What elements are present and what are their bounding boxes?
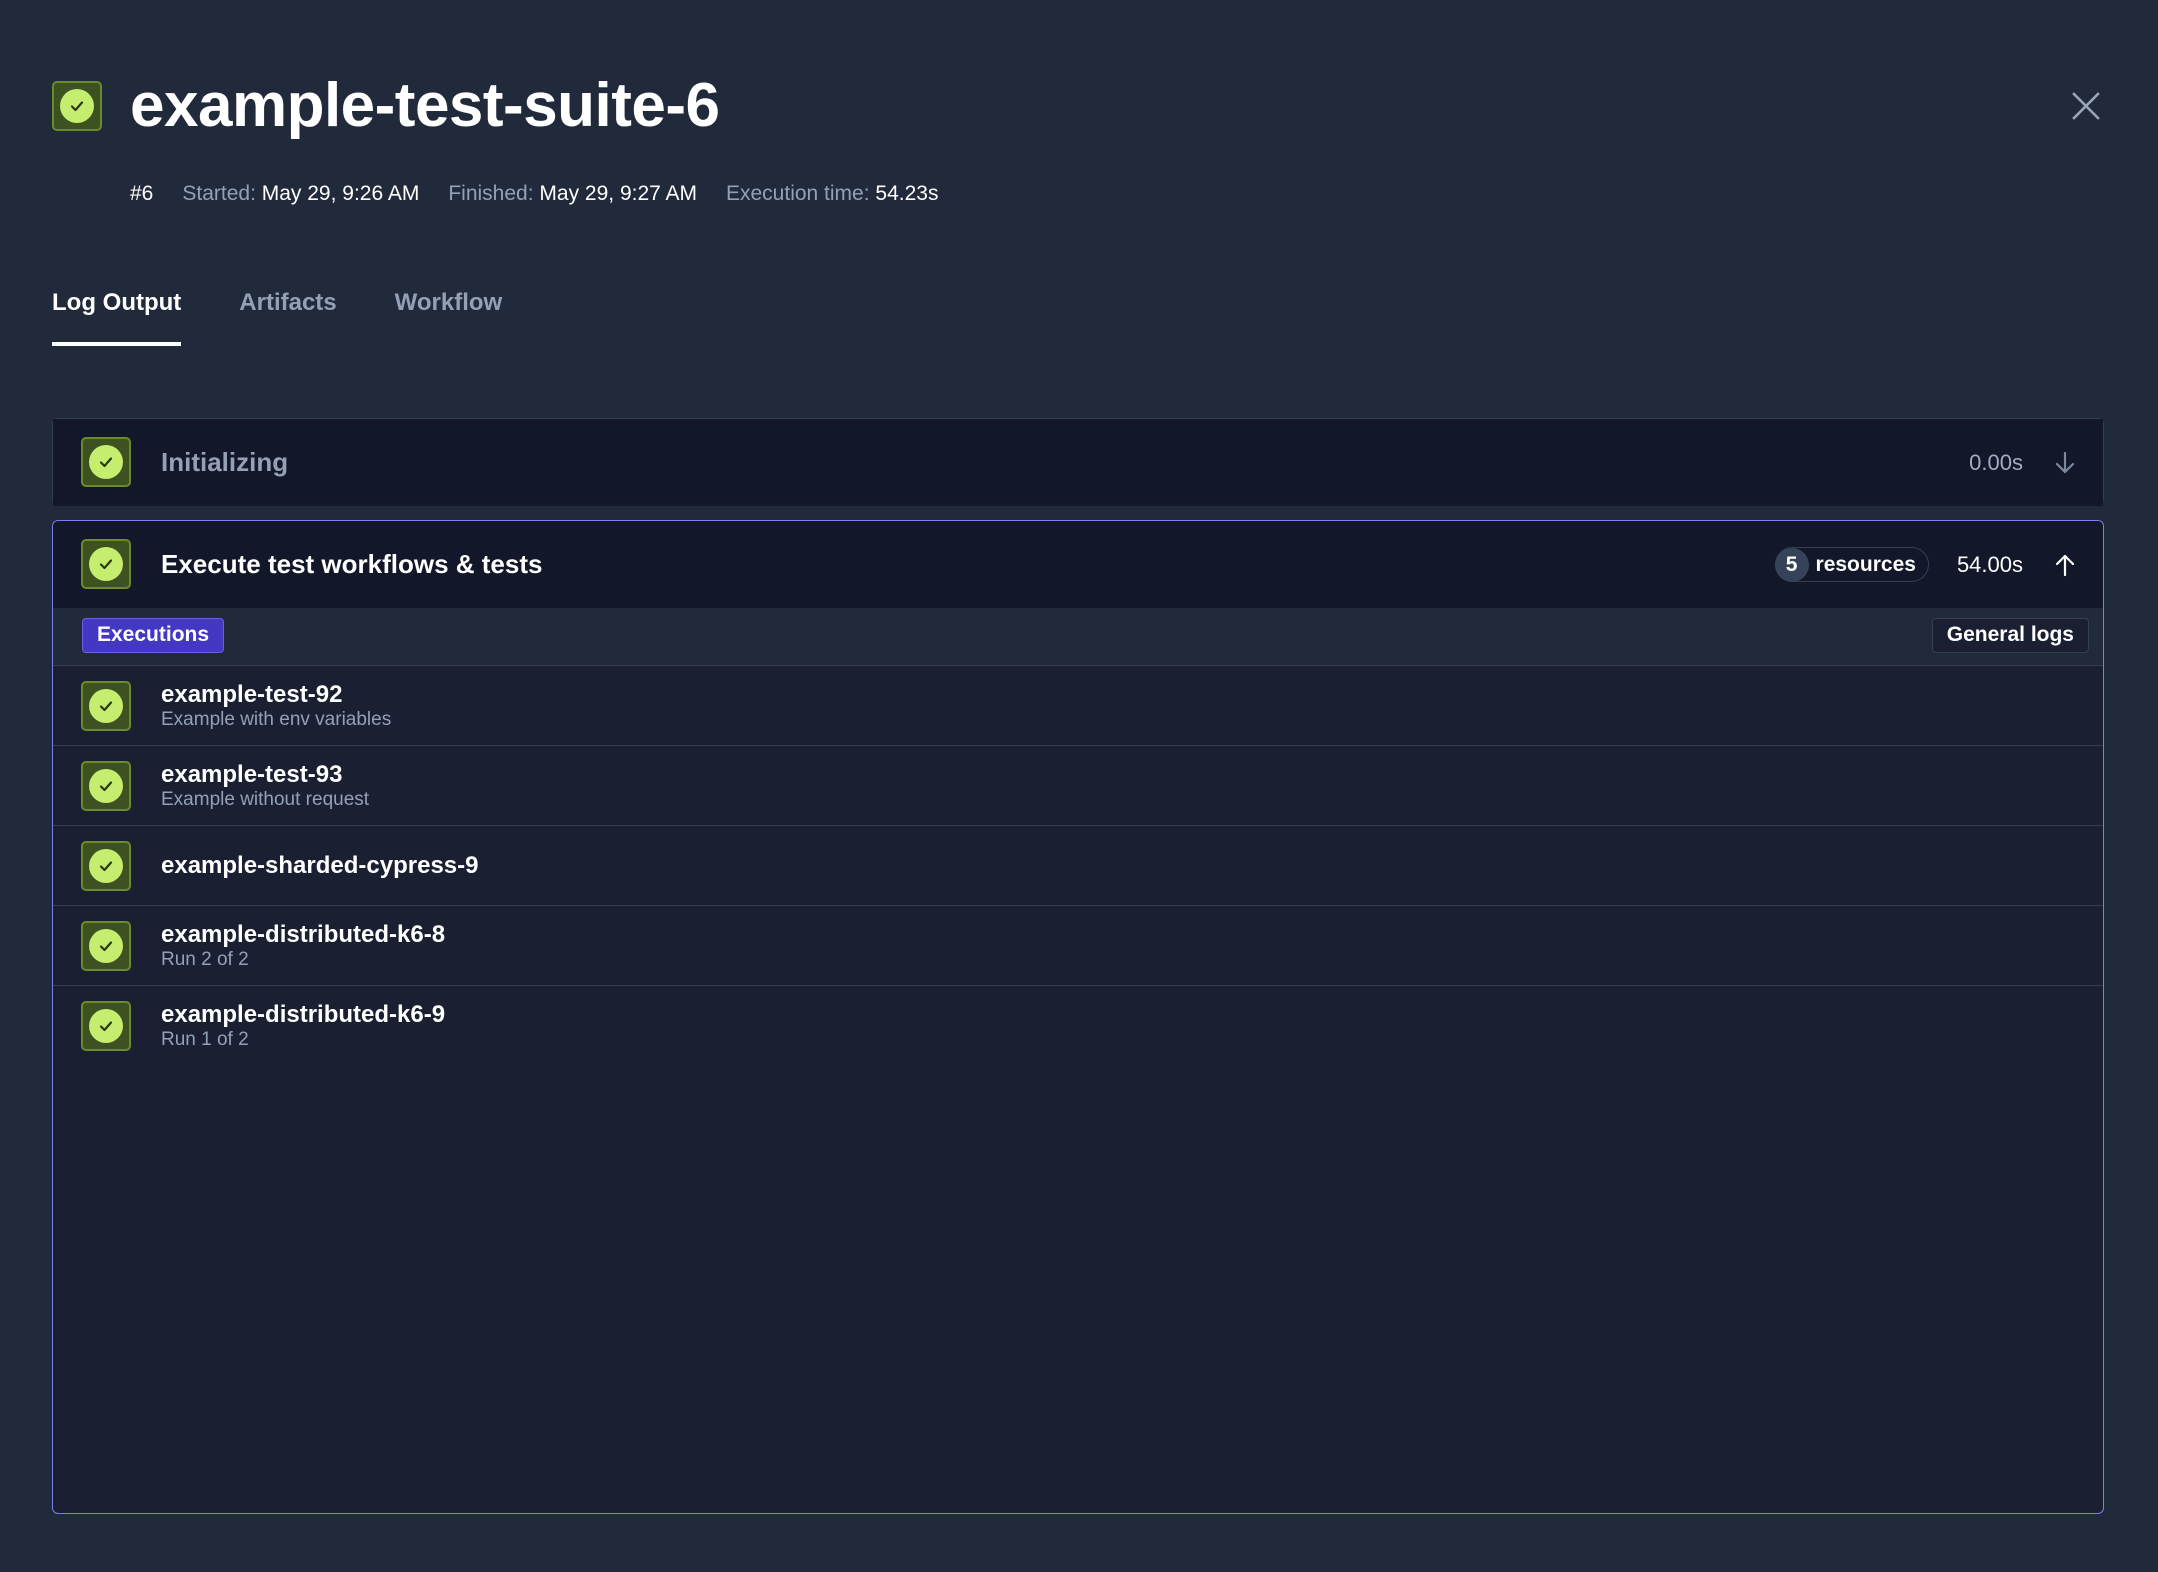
execution-description: Run 2 of 2	[161, 949, 249, 970]
execution-row[interactable]: example-test-92 Example with env variabl…	[53, 666, 2103, 746]
arrow-down-icon	[2055, 451, 2075, 473]
execution-name: example-distributed-k6-8	[161, 921, 446, 948]
step-title: Execute test workflows & tests	[161, 549, 543, 579]
check-circle-icon	[89, 1009, 123, 1043]
step-initializing[interactable]: Initializing 0.00s	[52, 418, 2104, 506]
step-subtabs: Executions General logs	[53, 608, 2103, 666]
execution-row[interactable]: example-sharded-cypress-9	[53, 826, 2103, 906]
check-circle-icon	[89, 849, 123, 883]
tab-artifacts[interactable]: Artifacts	[239, 284, 336, 346]
step-duration: 54.00s	[1956, 551, 2023, 577]
tab-workflow[interactable]: Workflow	[395, 284, 503, 346]
step-duration: 0.00s	[1969, 449, 2023, 475]
executions-tab[interactable]: Executions	[82, 618, 225, 653]
step-status-icon	[81, 437, 131, 487]
execution-meta: #6 Started: May 29, 9:26 AM Finished: Ma…	[130, 180, 967, 208]
execution-name: example-distributed-k6-9	[161, 1001, 446, 1028]
general-logs-button[interactable]: General logs	[1931, 618, 2089, 653]
step-status-icon	[81, 539, 131, 589]
suite-status-icon	[52, 81, 102, 131]
finished-value: May 29, 9:27 AM	[539, 182, 697, 205]
execution-name: example-test-92	[161, 681, 343, 708]
step-title: Initializing	[161, 447, 289, 477]
started-value: May 29, 9:26 AM	[261, 182, 420, 205]
execution-status-icon	[81, 761, 131, 811]
execution-time-value: 54.23s	[875, 182, 939, 205]
check-circle-icon	[89, 929, 123, 963]
execution-name: example-sharded-cypress-9	[161, 852, 479, 879]
resources-badge: 5 resources	[1774, 547, 1929, 582]
execution-description: Example without request	[161, 789, 370, 810]
finished-label: Finished:	[448, 182, 534, 205]
arrow-up-icon	[2055, 554, 2075, 576]
check-circle-icon	[60, 89, 94, 123]
step-header[interactable]: Execute test workflows & tests 5 resourc…	[53, 521, 2103, 608]
collapse-button[interactable]	[2053, 553, 2077, 577]
step-execute-tests: Execute test workflows & tests 5 resourc…	[52, 520, 2104, 1514]
execution-status-icon	[81, 1001, 131, 1051]
resources-label: resources	[1815, 552, 1916, 576]
expand-button[interactable]	[2053, 451, 2077, 475]
tab-bar: Log Output Artifacts Workflow	[52, 284, 560, 346]
execution-status-icon	[81, 681, 131, 731]
tab-log-output[interactable]: Log Output	[52, 284, 182, 346]
check-circle-icon	[89, 689, 123, 723]
execution-description: Example with env variables	[161, 709, 392, 730]
execution-row[interactable]: example-test-93 Example without request	[53, 746, 2103, 826]
execution-name: example-test-93	[161, 761, 343, 788]
executions-list: example-test-92 Example with env variabl…	[53, 666, 2103, 1066]
close-icon	[2072, 92, 2100, 120]
run-number: #6	[130, 182, 154, 205]
check-circle-icon	[89, 547, 123, 581]
check-circle-icon	[89, 769, 123, 803]
execution-row[interactable]: example-distributed-k6-8 Run 2 of 2	[53, 906, 2103, 986]
execution-row[interactable]: example-distributed-k6-9 Run 1 of 2	[53, 986, 2103, 1066]
page-title: example-test-suite-6	[130, 71, 720, 140]
check-circle-icon	[89, 445, 123, 479]
step-header[interactable]: Initializing 0.00s	[53, 419, 2103, 506]
resources-count: 5	[1774, 547, 1809, 582]
execution-description: Run 1 of 2	[161, 1029, 249, 1050]
close-button[interactable]	[2068, 88, 2104, 124]
execution-status-icon	[81, 841, 131, 891]
execution-status-icon	[81, 921, 131, 971]
execution-time-label: Execution time:	[726, 182, 870, 205]
started-label: Started:	[182, 182, 256, 205]
